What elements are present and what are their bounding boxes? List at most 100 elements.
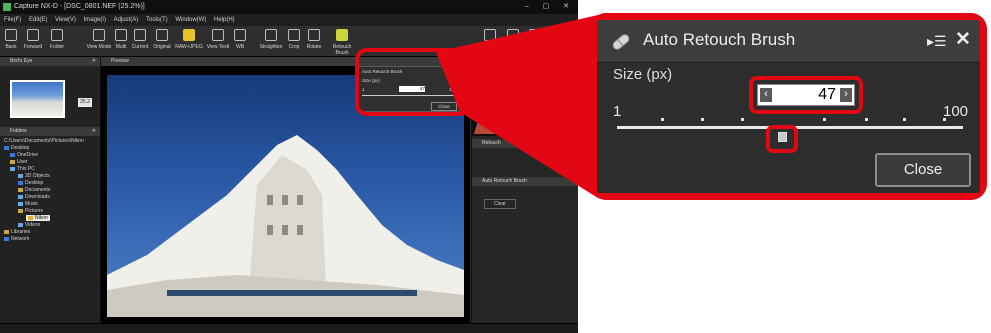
menu-list-icon[interactable]: ▸☰ bbox=[927, 33, 947, 50]
slider-tick bbox=[903, 118, 906, 121]
zoom-value[interactable]: 25.2 bbox=[78, 98, 92, 107]
zoom-callout: Auto Retouch Brush ▸☰ ✕ Size (px) 1 100 … bbox=[590, 13, 987, 200]
auto-retouch-header: Auto Retouch Brush bbox=[472, 177, 578, 186]
decrement-button[interactable]: ‹ bbox=[760, 88, 772, 102]
original-button[interactable]: Original bbox=[152, 29, 172, 50]
tree-item-user[interactable]: User bbox=[10, 159, 28, 165]
straighten-icon bbox=[265, 29, 277, 41]
menu-window[interactable]: Window(W) bbox=[175, 17, 206, 23]
tree-item-music[interactable]: Music bbox=[18, 201, 38, 207]
forward-button[interactable]: Forward bbox=[22, 29, 44, 50]
birds-eye-title: Bird's Eye bbox=[10, 58, 33, 64]
crop-label: Crop bbox=[288, 44, 300, 50]
menu-bar: File(F) Edit(E) View(V) Image(I) Adjust(… bbox=[0, 14, 578, 26]
birds-eye-thumbnail[interactable] bbox=[10, 80, 65, 118]
dialog-highlight bbox=[355, 48, 470, 116]
menu-edit[interactable]: Edit(E) bbox=[29, 17, 47, 23]
retouch-brush-button[interactable]: Retouch Brush bbox=[326, 29, 358, 56]
birds-eye-header: Bird's Eye ✕ bbox=[0, 57, 100, 66]
close-button[interactable]: Close bbox=[875, 153, 971, 187]
slider-tick bbox=[943, 118, 946, 121]
straighten-button[interactable]: Straighten bbox=[258, 29, 284, 50]
dialog-header: Auto Retouch Brush ▸☰ ✕ bbox=[597, 20, 980, 63]
panel-close-icon[interactable]: ✕ bbox=[92, 57, 96, 66]
menu-view[interactable]: View(V) bbox=[55, 17, 76, 23]
folder-label: Folder bbox=[49, 44, 65, 50]
slider-min-label: 1 bbox=[613, 103, 622, 120]
tree-item-this-pc[interactable]: This PC bbox=[10, 166, 35, 172]
view-text-button[interactable]: View Textl bbox=[206, 29, 230, 50]
slider-tick bbox=[823, 118, 826, 121]
tree-item-downloads[interactable]: Downloads bbox=[18, 194, 50, 200]
menu-image[interactable]: Image(I) bbox=[84, 17, 106, 23]
left-panel: Bird's Eye ✕ 25.2 Folders ✕ C:\Users\Doc… bbox=[0, 57, 101, 333]
histogram-header: Histogram bbox=[472, 57, 578, 66]
tree-item-network[interactable]: Network bbox=[4, 236, 29, 242]
back-button[interactable]: Back bbox=[4, 29, 18, 50]
window-title: Capture NX-D - [DSC_0801.NEF (25.2%)] bbox=[14, 3, 145, 10]
menu-adjust[interactable]: Adjust(A) bbox=[114, 17, 139, 23]
multi-label: Multi bbox=[115, 44, 127, 50]
window-controls[interactable]: – ▢ ✕ bbox=[525, 0, 575, 14]
rotate-button[interactable]: Rotate bbox=[305, 29, 323, 50]
open-with-button[interactable]: Open with bbox=[500, 29, 526, 50]
retouch-brush-label: Retouch Brush bbox=[332, 44, 352, 56]
tree-item-desktop[interactable]: Desktop bbox=[4, 145, 29, 151]
capture-nx-d-window: Capture NX-D - [DSC_0801.NEF (25.2%)] – … bbox=[0, 0, 578, 333]
menu-tools[interactable]: Tools(T) bbox=[146, 17, 168, 23]
menu-help[interactable]: Help(H) bbox=[214, 17, 235, 23]
multi-icon bbox=[115, 29, 127, 41]
clear-button[interactable]: Clear bbox=[484, 199, 516, 209]
raw-jpeg-icon bbox=[183, 29, 195, 41]
slider-handle[interactable] bbox=[778, 132, 787, 142]
print-label: Print bbox=[529, 44, 541, 50]
app-logo-icon bbox=[3, 3, 11, 11]
import-icon bbox=[484, 29, 496, 41]
crop-icon bbox=[288, 29, 300, 41]
close-x-icon[interactable]: ✕ bbox=[955, 28, 971, 51]
histogram-title: Histogram bbox=[482, 58, 505, 64]
print-button[interactable]: Print bbox=[528, 29, 542, 50]
forward-label: Forward bbox=[23, 44, 43, 50]
birds-eye-panel: 25.2 bbox=[0, 66, 100, 126]
folder-path: C:\Users\Documents\Pictures\Nikon bbox=[4, 138, 84, 144]
status-bar bbox=[0, 323, 578, 333]
menu-file[interactable]: File(F) bbox=[4, 17, 21, 23]
multi-button[interactable]: Multi bbox=[114, 29, 128, 50]
folders-header: Folders ✕ bbox=[0, 127, 100, 136]
auto-retouch-brush-dialog: Auto Retouch Brush ▸☰ ✕ Size (px) 1 100 … bbox=[597, 20, 980, 193]
tree-item-documents[interactable]: Documents bbox=[18, 187, 50, 193]
view-mode-button[interactable]: View Mode bbox=[86, 29, 112, 50]
convert-files-icon bbox=[554, 29, 566, 41]
retouch-brush-icon bbox=[336, 29, 348, 41]
raw-jpeg-button[interactable]: RAW+JPEG bbox=[174, 29, 204, 50]
crop-button[interactable]: Crop bbox=[286, 29, 302, 50]
original-label: Original bbox=[153, 44, 171, 50]
tree-item-videos[interactable]: Videos bbox=[18, 222, 40, 228]
size-value-input[interactable]: 47 bbox=[778, 86, 836, 104]
folders-close-icon[interactable]: ✕ bbox=[92, 127, 96, 136]
print-icon bbox=[529, 29, 541, 41]
folders-panel: C:\Users\Documents\Pictures\Nikon Deskto… bbox=[0, 136, 100, 333]
view-mode-icon bbox=[93, 29, 105, 41]
tree-item-3d-objects[interactable]: 3D Objects bbox=[18, 173, 50, 179]
histogram-graph bbox=[474, 86, 576, 134]
open-with-icon bbox=[507, 29, 519, 41]
import-button[interactable]: Import bbox=[482, 29, 498, 50]
tree-item-onedrive[interactable]: OneDrive bbox=[10, 152, 38, 158]
current-label: Current bbox=[131, 44, 149, 50]
tree-item-pictures[interactable]: Pictures bbox=[18, 208, 43, 214]
view-text-label: View Textl bbox=[206, 44, 230, 50]
convert-files-button[interactable]: Convert Files bbox=[544, 29, 576, 50]
wb-button[interactable]: WB bbox=[233, 29, 247, 50]
right-panel: Histogram Retouch Auto Retouch Brush Cle… bbox=[471, 57, 578, 333]
tree-item-desktop-2[interactable]: Desktop bbox=[18, 180, 43, 186]
back-arrow-icon bbox=[5, 29, 17, 41]
current-button[interactable]: Current bbox=[130, 29, 150, 50]
tree-item-nikon[interactable]: Nikon bbox=[26, 215, 50, 221]
folder-button[interactable]: Folder bbox=[48, 29, 66, 50]
original-icon bbox=[156, 29, 168, 41]
tree-item-libraries[interactable]: Libraries bbox=[4, 229, 30, 235]
increment-button[interactable]: › bbox=[840, 88, 852, 102]
size-stepper[interactable]: ‹ 47 › bbox=[757, 84, 855, 106]
